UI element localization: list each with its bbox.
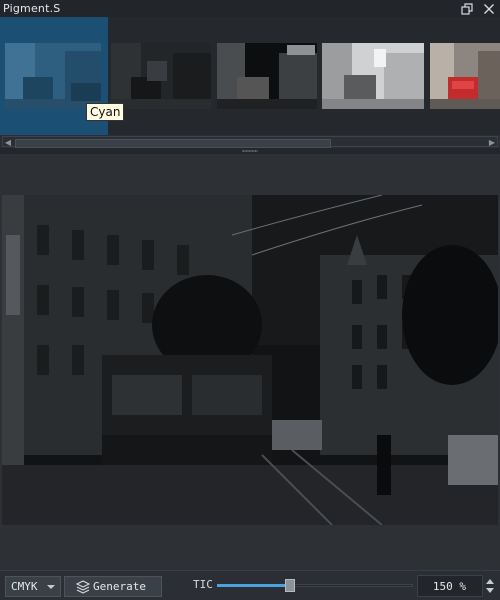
thumbnail-image (111, 43, 211, 109)
generate-button[interactable]: Generate (64, 576, 162, 597)
zoom-spinner[interactable] (484, 575, 496, 597)
horizontal-scrollbar[interactable]: ◀ ▶ (0, 135, 500, 148)
close-icon[interactable] (481, 1, 497, 16)
thumbnail-image (217, 43, 317, 109)
preview-area (0, 154, 500, 570)
spin-down-icon[interactable] (486, 588, 494, 593)
scrollbar-track[interactable]: ◀ ▶ (2, 136, 498, 148)
thumbnail-5[interactable] (426, 17, 500, 135)
scroll-right-icon[interactable]: ▶ (487, 137, 497, 148)
splitter-grip-icon[interactable] (242, 150, 258, 152)
zoom-value: 150 % (432, 580, 466, 593)
bottom-toolbar: CMYK Generate TIC 150 % (0, 570, 500, 600)
spin-up-icon[interactable] (486, 579, 494, 584)
layers-icon (75, 580, 91, 594)
tic-label: TIC (193, 578, 213, 591)
chevron-down-icon (47, 585, 55, 589)
tic-slider[interactable] (217, 579, 413, 593)
window-title: Pigment.S (3, 2, 61, 15)
thumbnail-strip: Cyan (0, 17, 500, 135)
restore-window-icon[interactable] (459, 1, 475, 16)
thumbnail-4[interactable] (320, 17, 426, 135)
color-mode-select[interactable]: CMYK (5, 576, 61, 597)
thumbnail-3[interactable] (214, 17, 320, 135)
generate-label: Generate (93, 580, 146, 593)
zoom-field[interactable]: 150 % (417, 575, 483, 597)
preview-image (2, 195, 498, 525)
slider-fill (217, 584, 290, 587)
scrollbar-thumb[interactable] (15, 139, 331, 148)
thumbnail-image (5, 43, 101, 109)
thumbnail-image (322, 43, 424, 109)
slider-handle[interactable] (285, 579, 295, 592)
tooltip: Cyan (86, 103, 125, 121)
scroll-left-icon[interactable]: ◀ (3, 137, 13, 148)
title-bar: Pigment.S (0, 0, 500, 17)
thumbnail-image (430, 43, 500, 109)
color-mode-value: CMYK (11, 580, 38, 593)
